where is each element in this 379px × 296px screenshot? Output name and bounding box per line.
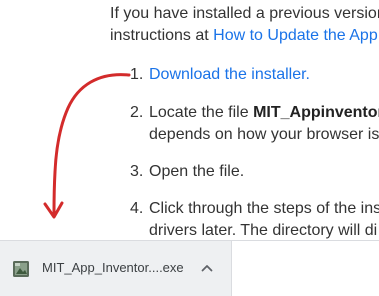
step-number: 2. [130,104,144,121]
download-bar: MIT_App_Inventor....exe [0,240,379,296]
step-number: 3. [130,163,144,180]
step-number: 4. [130,200,144,217]
update-instructions-link[interactable]: How to Update the App [213,27,378,44]
intro-line-1: If you have installed a previous version [110,5,379,22]
step-2: 2. Locate the file MIT_Appinventor_ depen… [130,102,379,146]
step-4-continuation: drivers later. The directory will di [149,222,378,239]
chevron-up-icon[interactable] [198,259,216,277]
step-2-text: Locate the file [149,104,254,121]
step-3: 3. Open the file. [130,161,244,183]
intro-line-2-prefix: instructions at [110,27,214,44]
step-number: 1. [130,66,144,83]
intro-line-2: instructions at How to Update the App [110,25,379,47]
download-installer-link[interactable]: Download the installer. [149,66,310,83]
step-4-text: Click through the steps of the ins [149,200,379,217]
step-1: 1. Download the installer. [130,64,310,86]
intro-paragraph: If you have installed a previous version… [110,3,379,47]
download-file-name: MIT_App_Inventor....exe [42,260,184,275]
installer-file-name: MIT_Appinventor_ [253,104,379,121]
installer-file-icon [13,261,29,277]
step-3-text: Open the file. [149,163,245,180]
download-item[interactable]: MIT_App_Inventor....exe [0,241,232,296]
step-4: 4. Click through the steps of the ins dri… [130,198,379,240]
document-content: If you have installed a previous version… [0,0,379,240]
step-2-continuation: depends on how your browser is [149,126,379,143]
